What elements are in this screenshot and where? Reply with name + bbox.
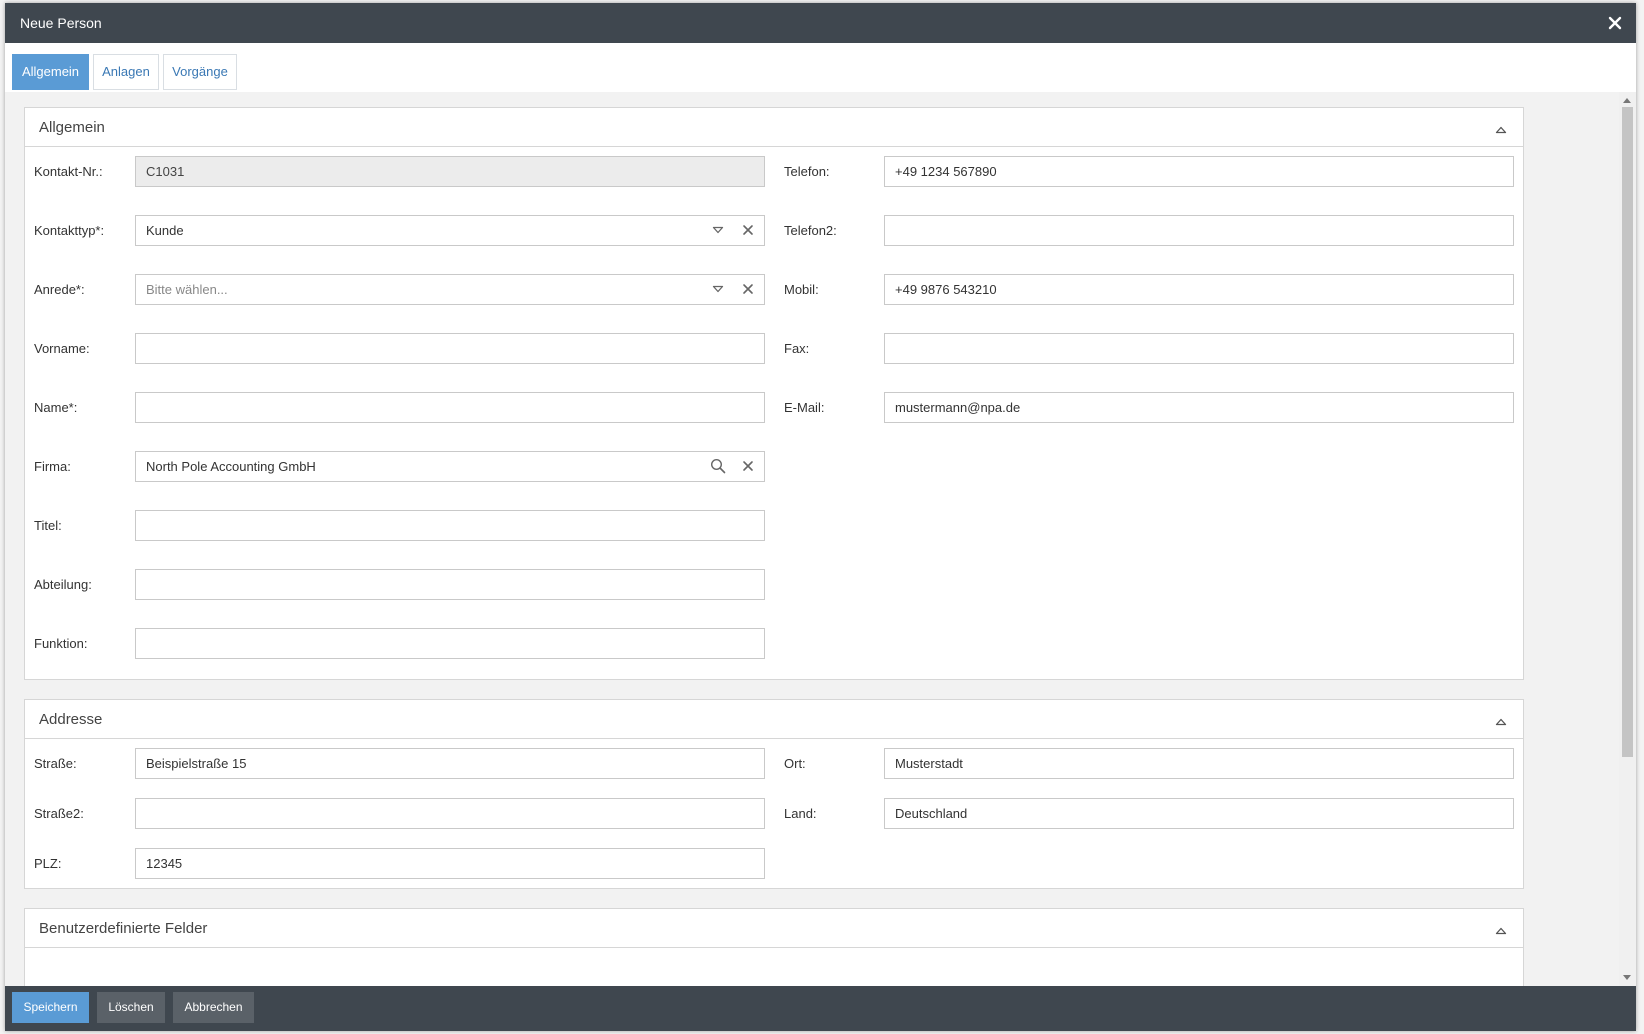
- label-kontakt-nr: Kontakt-Nr.:: [34, 164, 103, 179]
- firma-value: North Pole Accounting GmbH: [146, 459, 316, 474]
- strasse-field[interactable]: Beispielstraße 15: [135, 748, 765, 779]
- vorname-field[interactable]: [135, 333, 765, 364]
- dialog-title: Neue Person: [20, 15, 102, 31]
- kontakt-nr-field: C1031: [135, 156, 765, 187]
- mobil-field[interactable]: +49 9876 543210: [884, 274, 1514, 305]
- ort-field[interactable]: Musterstadt: [884, 748, 1514, 779]
- row-plz: PLZ: 12345: [25, 848, 1523, 880]
- row-titel: Titel:: [25, 510, 1523, 542]
- funktion-field[interactable]: [135, 628, 765, 659]
- email-field[interactable]: mustermann@npa.de: [884, 392, 1514, 423]
- search-icon[interactable]: [710, 458, 726, 474]
- row-name: Name*: E-Mail: mustermann@npa.de: [25, 392, 1523, 424]
- chevron-down-icon[interactable]: [710, 281, 726, 297]
- label-land: Land:: [784, 806, 817, 821]
- plz-field[interactable]: 12345: [135, 848, 765, 879]
- panel-title: Addresse: [39, 711, 103, 728]
- new-person-dialog: Neue Person Allgemein Anlagen Vorgänge A…: [5, 3, 1636, 1031]
- chevron-up-icon[interactable]: [1495, 924, 1507, 935]
- panel-header: Addresse: [25, 700, 1523, 739]
- anrede-placeholder: Bitte wählen...: [146, 282, 228, 297]
- panel-title: Allgemein: [39, 119, 105, 136]
- row-vorname: Vorname: Fax:: [25, 333, 1523, 365]
- label-firma: Firma:: [34, 459, 71, 474]
- clear-icon[interactable]: [740, 281, 756, 297]
- scroll-down-icon[interactable]: [1623, 975, 1631, 980]
- label-plz: PLZ:: [34, 856, 62, 871]
- label-strasse: Straße:: [34, 756, 77, 771]
- tab-bar: Allgemein Anlagen Vorgänge: [5, 43, 1636, 92]
- panel-header: Allgemein: [25, 108, 1523, 147]
- panel-allgemein: Allgemein Kontakt-Nr.: C1031 Telefon: +4…: [24, 107, 1524, 680]
- abteilung-field[interactable]: [135, 569, 765, 600]
- label-name: Name*:: [34, 400, 78, 415]
- firma-field[interactable]: North Pole Accounting GmbH: [135, 451, 765, 482]
- row-strasse: Straße: Beispielstraße 15 Ort: Mustersta…: [25, 748, 1523, 780]
- row-kontakttyp: Kontakttyp*: Kunde Telefon2:: [25, 215, 1523, 247]
- vertical-scrollbar[interactable]: [1619, 92, 1636, 986]
- tab-anlagen[interactable]: Anlagen: [93, 54, 159, 90]
- row-firma: Firma: North Pole Accounting GmbH: [25, 451, 1523, 483]
- telefon2-field[interactable]: [884, 215, 1514, 246]
- row-kontakt-nr: Kontakt-Nr.: C1031 Telefon: +49 1234 567…: [25, 156, 1523, 188]
- dialog-footer: Speichern Löschen Abbrechen: [5, 986, 1636, 1031]
- label-funktion: Funktion:: [34, 636, 88, 651]
- land-field[interactable]: Deutschland: [884, 798, 1514, 829]
- label-titel: Titel:: [34, 518, 62, 533]
- row-funktion: Funktion:: [25, 628, 1523, 660]
- fax-field[interactable]: [884, 333, 1514, 364]
- delete-button[interactable]: Löschen: [97, 992, 165, 1023]
- chevron-up-icon[interactable]: [1495, 715, 1507, 726]
- chevron-down-icon[interactable]: [710, 222, 726, 238]
- label-email: E-Mail:: [784, 400, 825, 415]
- label-abteilung: Abteilung:: [34, 577, 92, 592]
- row-abteilung: Abteilung:: [25, 569, 1523, 601]
- dialog-titlebar: Neue Person: [5, 3, 1636, 43]
- panel-benutzerdefinierte-felder: Benutzerdefinierte Felder: [24, 908, 1524, 986]
- cancel-button[interactable]: Abbrechen: [173, 992, 254, 1023]
- panel-title: Benutzerdefinierte Felder: [39, 920, 208, 937]
- tab-vorgaenge[interactable]: Vorgänge: [163, 54, 237, 90]
- chevron-up-icon[interactable]: [1495, 123, 1507, 134]
- label-telefon: Telefon:: [784, 164, 830, 179]
- strasse2-field[interactable]: [135, 798, 765, 829]
- label-strasse2: Straße2:: [34, 806, 84, 821]
- scroll-up-icon[interactable]: [1623, 98, 1631, 103]
- kontakttyp-select[interactable]: Kunde: [135, 215, 765, 246]
- clear-icon[interactable]: [740, 458, 756, 474]
- telefon-field[interactable]: +49 1234 567890: [884, 156, 1514, 187]
- anrede-select[interactable]: Bitte wählen...: [135, 274, 765, 305]
- clear-icon[interactable]: [740, 222, 756, 238]
- label-vorname: Vorname:: [34, 341, 90, 356]
- label-anrede: Anrede*:: [34, 282, 85, 297]
- name-field[interactable]: [135, 392, 765, 423]
- form-content: Allgemein Kontakt-Nr.: C1031 Telefon: +4…: [5, 92, 1619, 986]
- close-icon[interactable]: [1604, 12, 1626, 34]
- kontakttyp-value: Kunde: [146, 223, 184, 238]
- tab-allgemein[interactable]: Allgemein: [12, 54, 89, 90]
- label-fax: Fax:: [784, 341, 810, 356]
- panel-adresse: Addresse Straße: Beispielstraße 15 Ort: …: [24, 699, 1524, 889]
- titel-field[interactable]: [135, 510, 765, 541]
- label-mobil: Mobil:: [784, 282, 819, 297]
- scrollbar-thumb[interactable]: [1622, 107, 1633, 757]
- row-anrede: Anrede*: Bitte wählen... Mobil: +49 9876…: [25, 274, 1523, 306]
- panel-header: Benutzerdefinierte Felder: [25, 909, 1523, 948]
- label-kontakttyp: Kontakttyp*:: [34, 223, 105, 238]
- row-strasse2: Straße2: Land: Deutschland: [25, 798, 1523, 830]
- label-telefon2: Telefon2:: [784, 223, 837, 238]
- save-button[interactable]: Speichern: [12, 992, 89, 1023]
- label-ort: Ort:: [784, 756, 806, 771]
